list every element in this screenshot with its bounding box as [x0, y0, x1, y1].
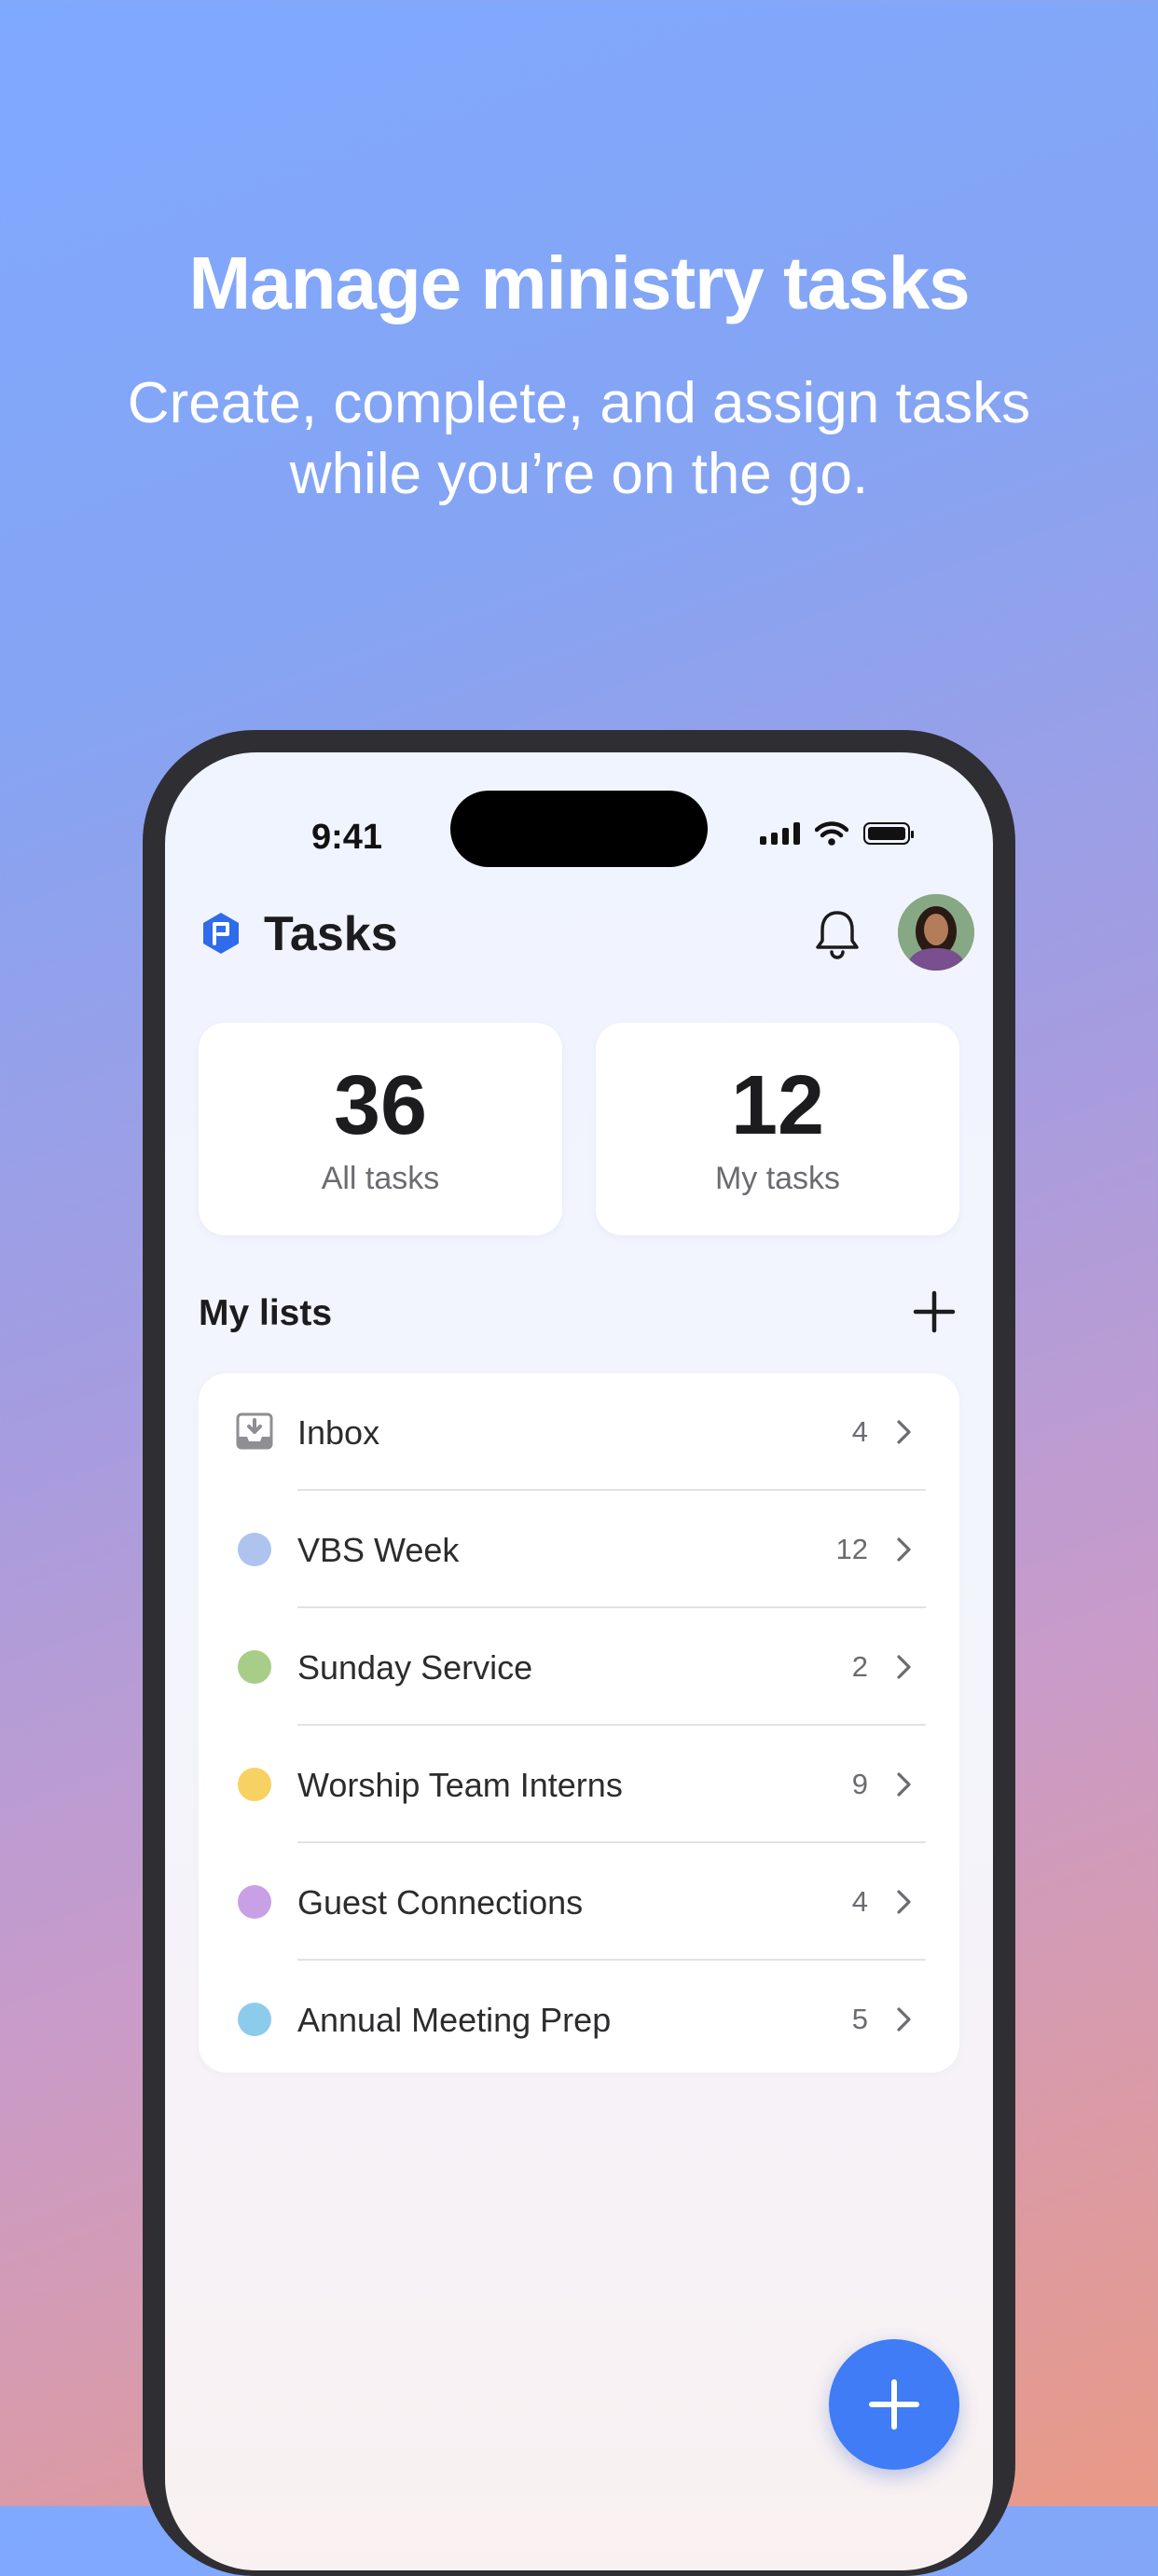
- list-item-sunday-service[interactable]: Sunday Service 2: [199, 1608, 959, 1726]
- list-color-dot: [238, 1885, 271, 1919]
- list-name: Worship Team Interns: [297, 1766, 623, 1804]
- list-count: 4: [851, 1885, 868, 1918]
- list-color-dot: [238, 1650, 271, 1684]
- plus-icon: [869, 2379, 919, 2430]
- dynamic-island: [450, 791, 708, 867]
- list-name: Guest Connections: [297, 1883, 584, 1922]
- status-time: 9:41: [310, 818, 383, 857]
- wifi-icon: [815, 821, 848, 846]
- list-color-dot: [238, 1533, 271, 1566]
- bell-icon[interactable]: [808, 905, 866, 963]
- list-count: 4: [851, 1415, 868, 1448]
- hero-title: Manage ministry tasks: [188, 241, 970, 324]
- hero-subtitle: Create, complete, and assign tasks while…: [127, 371, 1031, 506]
- app-title: Tasks: [264, 907, 398, 961]
- list-item-guest-connections[interactable]: Guest Connections 4: [199, 1843, 959, 1961]
- list-color-dot: [238, 1768, 271, 1801]
- inbox-icon: [236, 1412, 273, 1450]
- stat-card-my-tasks[interactable]: 12 My tasks: [596, 1023, 959, 1235]
- list-count: 5: [851, 2003, 868, 2035]
- add-list-button[interactable]: [911, 1288, 958, 1335]
- chevron-right-icon: [897, 1890, 911, 1914]
- list-count: 2: [851, 1650, 868, 1683]
- stat-label: All tasks: [321, 1161, 440, 1196]
- list-item-inbox[interactable]: Inbox 4: [199, 1373, 959, 1491]
- flag-shield-icon: [203, 913, 239, 954]
- battery-icon: [863, 822, 914, 845]
- list-color-dot: [238, 2003, 271, 2036]
- list-item-annual-meeting-prep[interactable]: Annual Meeting Prep 5: [199, 1961, 959, 2078]
- list-name: Sunday Service: [297, 1648, 533, 1687]
- status-icons: [760, 821, 914, 846]
- stat-value: 12: [730, 1059, 825, 1152]
- lists-heading: My lists: [199, 1293, 333, 1333]
- chevron-right-icon: [897, 1772, 911, 1797]
- list-item-worship-team-interns[interactable]: Worship Team Interns 9: [199, 1726, 959, 1843]
- list-count: 9: [851, 1768, 868, 1800]
- phone-frame: 9:41 Tasks 36 All tasks 12 My tasks My l…: [143, 730, 1015, 2576]
- list-name: Annual Meeting Prep: [297, 2001, 612, 2039]
- chevron-right-icon: [897, 1420, 911, 1444]
- stat-value: 36: [333, 1059, 428, 1152]
- add-task-button[interactable]: [829, 2339, 959, 2470]
- chevron-right-icon: [897, 2007, 911, 2032]
- chevron-right-icon: [897, 1537, 911, 1562]
- list-name: Inbox: [297, 1413, 380, 1452]
- phone-screen: 9:41 Tasks 36 All tasks 12 My tasks My l…: [165, 752, 993, 2570]
- list-count: 12: [835, 1533, 868, 1565]
- list-name: VBS Week: [297, 1531, 460, 1569]
- stat-label: My tasks: [714, 1161, 841, 1196]
- avatar[interactable]: [898, 894, 974, 971]
- stat-card-all-tasks[interactable]: 36 All tasks: [199, 1023, 562, 1235]
- lists-card: Inbox 4 VBS Week 12 Sunday Service 2 Wor…: [199, 1373, 959, 2073]
- user-photo: [898, 894, 974, 971]
- cellular-signal-icon: [760, 822, 800, 845]
- list-item-vbs-week[interactable]: VBS Week 12: [199, 1491, 959, 1608]
- chevron-right-icon: [897, 1655, 911, 1679]
